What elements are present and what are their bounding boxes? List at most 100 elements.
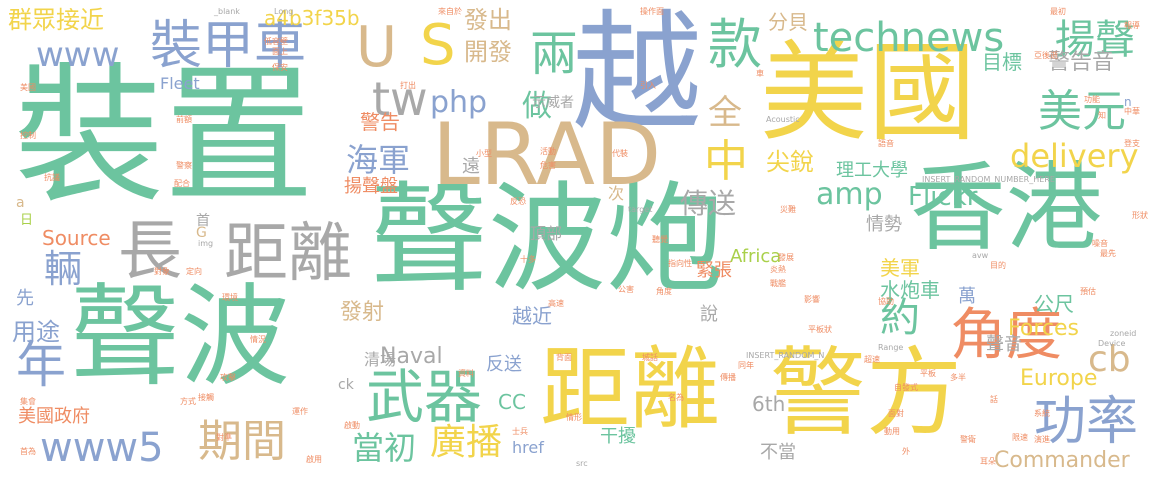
word: 外 <box>902 447 910 456</box>
word: 功能 <box>1084 95 1100 104</box>
word: 士兵 <box>512 427 528 436</box>
word: _blank <box>214 7 240 16</box>
word: 災難 <box>780 205 796 214</box>
word: 頂部 <box>530 224 563 243</box>
word: 中 <box>704 136 748 187</box>
word: www <box>36 35 120 75</box>
word: 發出 <box>464 6 512 34</box>
word: 長 <box>118 215 182 289</box>
word: 反恐 <box>510 197 526 206</box>
word: 發射 <box>340 300 385 325</box>
word: zoneid <box>1110 329 1137 338</box>
word: 款 <box>708 13 762 76</box>
word: avw <box>972 251 989 260</box>
word: 日 <box>20 213 34 228</box>
word: 分貝 <box>768 10 808 34</box>
word: 預估 <box>1080 287 1096 296</box>
word: 清場 <box>364 350 397 369</box>
word: CC <box>498 390 526 414</box>
word: 代裝 <box>612 149 628 158</box>
word: 用途 <box>12 318 60 346</box>
word: 示威者 <box>532 95 574 111</box>
word: 美元 <box>1038 86 1126 137</box>
word: 來自於 <box>438 7 462 16</box>
word: 警衛 <box>960 435 976 444</box>
word: 最初 <box>1050 7 1066 16</box>
word: 情形 <box>566 413 582 422</box>
word: 理工大學 <box>836 160 908 181</box>
word: 戰艦 <box>770 279 786 288</box>
word: Range <box>878 343 904 352</box>
word: img <box>198 239 214 248</box>
word: 演進 <box>1034 435 1050 444</box>
word: 尖銳 <box>766 148 814 176</box>
word: href <box>512 438 544 457</box>
word: 角度 <box>656 287 672 296</box>
word: 城話 <box>642 353 658 362</box>
word: 引入 <box>640 81 656 90</box>
word: 接觸 <box>198 393 214 402</box>
word: 危害 <box>540 161 556 170</box>
word: 平板 <box>920 369 936 378</box>
word: Long <box>274 7 294 16</box>
word: 低容壁 <box>264 37 288 46</box>
word: 同年 <box>738 361 754 370</box>
word: 期間 <box>198 416 286 467</box>
word: 報導 <box>1124 21 1140 30</box>
word: INSERT_RANDOM_NUMBER_HERE <box>922 175 1055 184</box>
word: 運作 <box>292 407 308 416</box>
word: INSERT_RANDOM_N <box>746 351 825 360</box>
word: 對準 <box>216 433 232 442</box>
word: G <box>196 225 207 241</box>
word: 耳朵 <box>980 457 996 466</box>
word: 距離 <box>224 217 352 291</box>
word: 公害 <box>618 285 634 294</box>
word: 活動 <box>540 147 556 156</box>
word: 發展 <box>778 253 794 262</box>
word: 超速 <box>864 355 880 364</box>
word: Africa <box>730 246 782 267</box>
word: 環境 <box>222 293 238 302</box>
word: Acoustic <box>766 115 800 124</box>
word: 語音 <box>878 139 894 148</box>
word: 遠 <box>462 156 480 177</box>
word: 目的 <box>990 261 1006 270</box>
word: 萬 <box>958 286 976 307</box>
word: 小型 <box>476 149 492 158</box>
word: 傳送 <box>680 187 737 220</box>
word: S <box>420 13 456 78</box>
word: 高速 <box>548 299 564 308</box>
word: 噪音 <box>1092 239 1108 248</box>
word: delivery <box>1010 137 1139 175</box>
word: Source <box>42 226 111 250</box>
word: 揚聲盤 <box>344 176 398 197</box>
word: 啟動 <box>344 421 360 430</box>
word: 海軍 <box>346 141 411 179</box>
word: 警告 <box>360 110 400 134</box>
word: 平板狀 <box>808 325 832 334</box>
word: 警察 <box>176 161 192 170</box>
word: Fleet <box>160 74 200 93</box>
word: src <box>576 459 588 468</box>
word: 對象 <box>154 267 170 276</box>
word: 聲音 <box>986 334 1022 355</box>
word: 中華 <box>1124 107 1140 116</box>
word: 定向 <box>186 267 202 276</box>
word: Device <box>1098 339 1126 348</box>
word: 美國 <box>20 83 36 92</box>
word: 亞後逝 <box>1034 51 1058 60</box>
word: Commander <box>994 448 1130 473</box>
word: 形狀 <box>1132 211 1148 220</box>
word: 群眾接近 <box>8 6 104 34</box>
word: 年 <box>16 336 66 394</box>
word: 登支 <box>1124 139 1140 148</box>
word: 目標 <box>982 50 1022 74</box>
word: 影響 <box>804 295 820 304</box>
word: 面上 <box>272 47 288 56</box>
word: 自發式 <box>894 383 918 392</box>
word: 資料 <box>458 369 474 378</box>
word: 配合 <box>174 179 190 188</box>
word: 抗議 <box>44 173 60 182</box>
word: 協助 <box>878 297 894 306</box>
word: 限速 <box>1012 433 1028 442</box>
